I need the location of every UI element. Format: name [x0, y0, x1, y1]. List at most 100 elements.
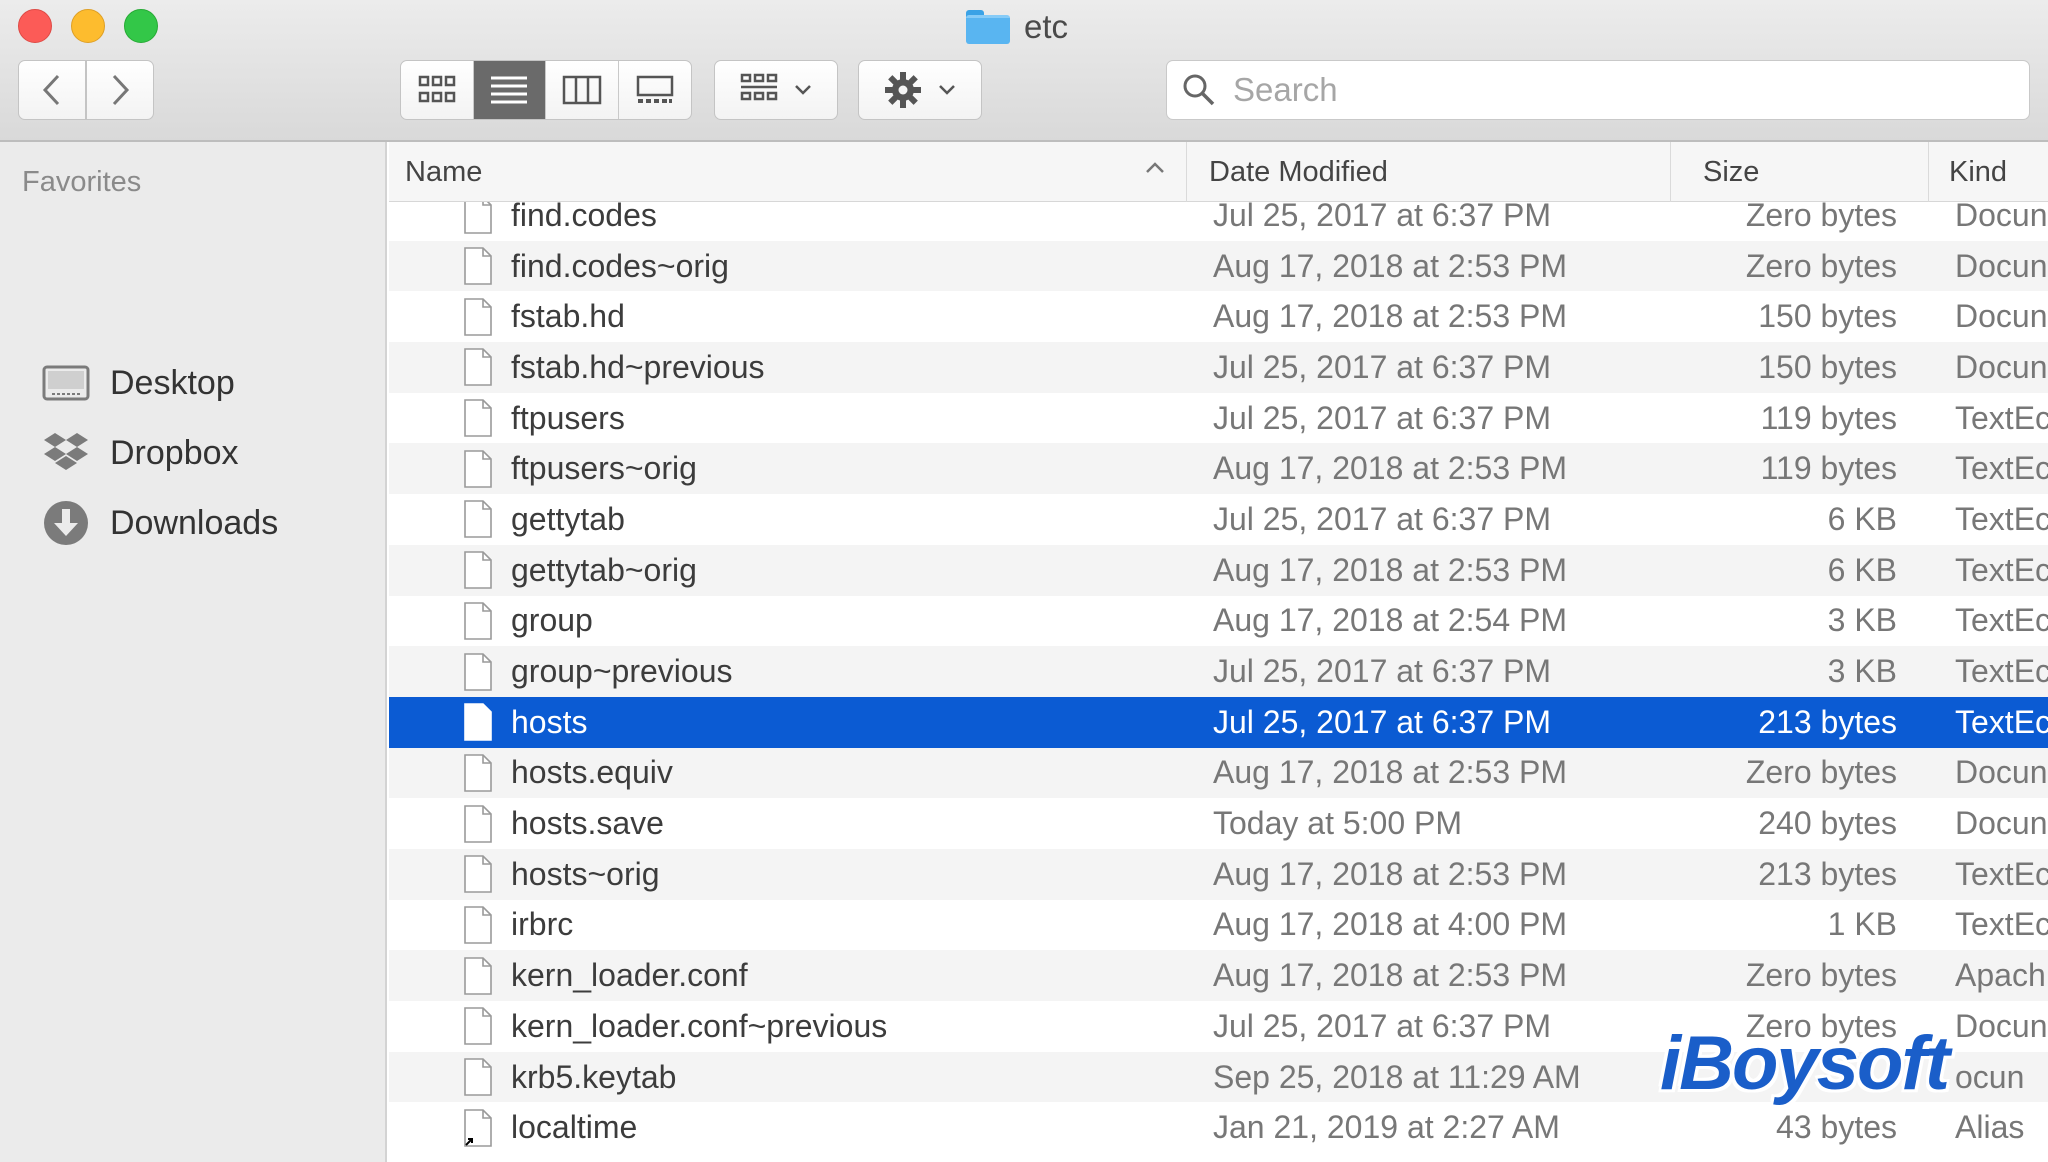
gallery-view-button[interactable] [619, 61, 692, 119]
group-by-button[interactable] [714, 60, 838, 120]
sidebar-item-label: Dropbox [110, 433, 239, 472]
file-size: 1 KB [1827, 906, 1897, 943]
file-row[interactable]: gettytab~orig Aug 17, 2018 at 2:53 PM 6 KB… [389, 544, 2048, 596]
file-name: fstab.hd~previous [511, 348, 765, 385]
file-row[interactable]: ftpusers Jul 25, 2017 at 6:37 PM 119 bytes… [389, 393, 2048, 444]
back-button[interactable] [18, 60, 86, 120]
sidebar: Favorites Desktop Dropbox Downloads [0, 142, 387, 1162]
document-icon [463, 291, 493, 342]
document-icon [463, 241, 493, 292]
document-icon [463, 443, 493, 494]
chevron-down-icon [795, 85, 811, 95]
close-window-button[interactable] [18, 9, 52, 43]
chevron-down-icon [939, 85, 955, 95]
file-kind: TextEc [1955, 703, 2048, 740]
file-date-modified: Jul 25, 2017 at 6:37 PM [1213, 653, 1551, 690]
sidebar-item-downloads[interactable]: Downloads [42, 498, 278, 548]
file-date-modified: Jan 21, 2019 at 2:27 AM [1213, 1109, 1560, 1146]
file-date-modified: Jul 25, 2017 at 6:37 PM [1213, 1007, 1551, 1044]
file-kind: Docun [1955, 1007, 2048, 1044]
column-header-size-label: Size [1703, 155, 1760, 188]
column-header-date-label: Date Modified [1209, 155, 1388, 188]
file-kind: Docun [1955, 247, 2048, 284]
document-icon [463, 697, 493, 748]
search-field[interactable] [1166, 60, 2030, 120]
file-size: 119 bytes [1760, 399, 1897, 436]
file-kind: TextEc [1955, 906, 2048, 943]
file-row[interactable]: group Aug 17, 2018 at 2:54 PM 3 KB TextEc [389, 596, 2048, 647]
file-kind: TextEc [1955, 450, 2048, 487]
file-size: 213 bytes [1758, 703, 1897, 740]
column-view-icon [562, 75, 601, 105]
file-row[interactable]: hosts~orig Aug 17, 2018 at 2:53 PM 213 byt… [389, 848, 2048, 900]
file-date-modified: Jul 25, 2017 at 6:37 PM [1213, 703, 1551, 740]
view-mode-segmented-control [400, 60, 692, 120]
document-icon [463, 342, 493, 393]
forward-button[interactable] [86, 60, 154, 120]
file-row[interactable]: find.codes~orig Aug 17, 2018 at 2:53 PM Ze… [389, 240, 2048, 292]
sidebar-item-dropbox[interactable]: Dropbox [42, 428, 239, 478]
file-date-modified: Aug 17, 2018 at 2:53 PM [1213, 450, 1568, 487]
file-name: fstab.hd [511, 298, 625, 335]
file-date-modified: Aug 17, 2018 at 2:53 PM [1213, 754, 1568, 791]
column-header-kind[interactable]: Kind [1929, 142, 2048, 202]
file-row[interactable]: ftpusers~orig Aug 17, 2018 at 2:53 PM 119 … [389, 443, 2048, 495]
gear-icon [885, 72, 921, 108]
file-kind: Alias [1955, 1109, 2025, 1146]
file-name: group~previous [511, 653, 733, 690]
list-view-button[interactable] [473, 61, 546, 119]
sidebar-item-desktop[interactable]: Desktop [42, 358, 235, 408]
file-date-modified: Aug 17, 2018 at 2:54 PM [1213, 602, 1568, 639]
file-kind: Docun [1955, 348, 2048, 385]
column-header-size[interactable]: Size [1671, 142, 1929, 202]
file-kind: TextEc [1955, 855, 2048, 892]
search-input[interactable] [1231, 70, 2015, 110]
column-header-name[interactable]: Name [389, 142, 1187, 202]
file-name: ftpusers [511, 399, 625, 436]
file-date-modified: Aug 17, 2018 at 2:53 PM [1213, 551, 1568, 588]
file-row[interactable]: fstab.hd Aug 17, 2018 at 2:53 PM 150 bytes… [389, 291, 2048, 342]
file-date-modified: Aug 17, 2018 at 4:00 PM [1213, 906, 1568, 943]
document-icon [463, 900, 493, 951]
file-name: group [511, 602, 593, 639]
file-name: hosts [511, 703, 588, 740]
minimize-window-button[interactable] [71, 9, 105, 43]
file-kind: TextEc [1955, 500, 2048, 537]
file-kind: Docun [1955, 754, 2048, 791]
file-row[interactable]: kern_loader.conf Aug 17, 2018 at 2:53 PM Z… [389, 950, 2048, 1001]
document-icon [463, 1052, 493, 1103]
file-date-modified: Jul 25, 2017 at 6:37 PM [1213, 348, 1551, 385]
file-name: hosts.save [511, 805, 664, 842]
file-row[interactable]: hosts Jul 25, 2017 at 6:37 PM 213 bytes Tex… [389, 696, 2048, 748]
file-name: find.codes~orig [511, 247, 729, 284]
file-row[interactable]: hosts.save Today at 5:00 PM 240 bytes Docun [389, 798, 2048, 849]
file-row[interactable]: fstab.hd~previous Jul 25, 2017 at 6:37 PM… [389, 342, 2048, 393]
watermark-logo: iBoysoft [1660, 1021, 1950, 1106]
file-row[interactable]: hosts.equiv Aug 17, 2018 at 2:53 PM Zero b… [389, 747, 2048, 799]
file-size: Zero bytes [1745, 247, 1897, 284]
file-row[interactable]: group~previous Jul 25, 2017 at 6:37 PM 3 K… [389, 646, 2048, 697]
document-icon [463, 1001, 493, 1052]
file-size: 150 bytes [1758, 348, 1897, 385]
file-name: kern_loader.conf [511, 957, 748, 994]
icon-view-button[interactable] [401, 61, 474, 119]
file-size: 119 bytes [1760, 450, 1897, 487]
file-row[interactable]: gettytab Jul 25, 2017 at 6:37 PM 6 KB TextE… [389, 494, 2048, 545]
sidebar-item-label: Downloads [110, 503, 279, 542]
action-menu-button[interactable] [858, 60, 982, 120]
file-row[interactable]: irbrc Aug 17, 2018 at 4:00 PM 1 KB TextEc [389, 900, 2048, 951]
window-title: etc [966, 6, 1068, 48]
group-by-icon [740, 73, 778, 101]
file-size: 6 KB [1827, 551, 1897, 588]
chevron-left-icon [42, 74, 60, 106]
file-size: 213 bytes [1758, 855, 1897, 892]
file-kind: TextEc [1955, 399, 2048, 436]
file-name: ftpusers~orig [511, 450, 697, 487]
column-header: Name Date Modified Size Kind [389, 142, 2048, 202]
file-row[interactable]: localtime Jan 21, 2019 at 2:27 AM 43 bytes… [389, 1102, 2048, 1153]
column-view-button[interactable] [546, 61, 619, 119]
window-toolbar: etc [0, 0, 2048, 142]
zoom-window-button[interactable] [124, 9, 158, 43]
column-header-date[interactable]: Date Modified [1187, 142, 1671, 202]
list-view-icon [491, 76, 528, 104]
